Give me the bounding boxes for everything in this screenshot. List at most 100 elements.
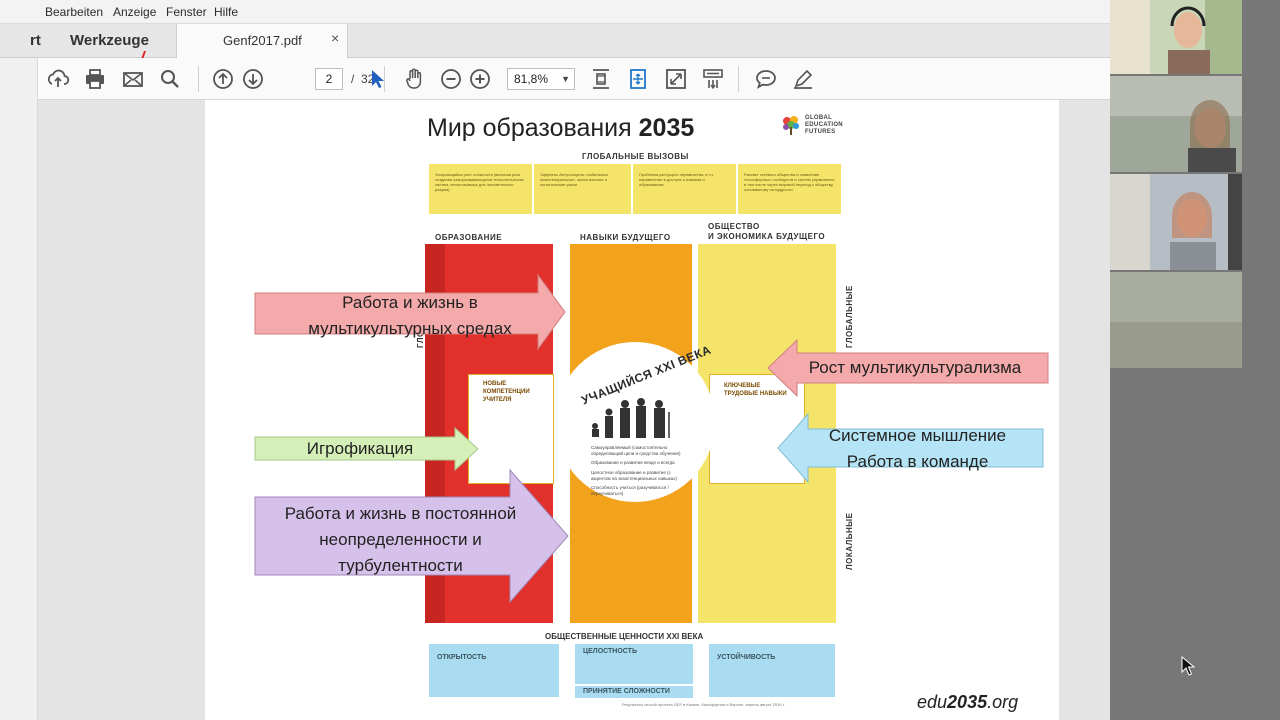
card-title-line: НОВЫЕ [483,381,507,387]
video-tile-participant-4[interactable] [1110,272,1242,368]
logo-line-2: EDUCATION [805,122,843,128]
upload-icon[interactable] [46,67,70,91]
zoom-in-icon[interactable] [468,67,492,91]
teacher-competencies-card: НОВЫЕ КОМПЕТЕНЦИИ УЧИТЕЛЯ [468,374,554,484]
video-tile-participant-3[interactable] [1110,174,1242,270]
mail-icon[interactable] [121,67,145,91]
tab-document[interactable]: Genf2017.pdf × [176,24,348,58]
callout-line: мультикультурных средах [308,319,512,338]
challenge-box: Рассвет сетевого общества и появление «н… [738,164,841,214]
column-skills-title: НАВЫКИ БУДУЩЕГО [580,233,671,242]
comment-icon[interactable] [754,67,778,91]
challenge-box: Эффекты Антропоцена: глобальные экзистен… [534,164,631,214]
chevron-down-icon: ▼ [561,74,570,84]
value-complexity-title: ПРИНЯТИЕ СЛОЖНОСТИ [583,688,670,695]
hand-icon[interactable] [402,67,426,91]
tab-tools[interactable]: Werkzeuge [70,32,149,49]
scroll-mode-icon[interactable] [701,67,725,91]
card-title-line: КЛЮЧЕВЫЕ [724,383,761,389]
callout-line: Системное мышление [828,426,1007,445]
challenge-box: Проблема растущего неравенства, в т.ч. н… [633,164,736,214]
value-openness-title: ОТКРЫТОСТЬ [437,654,487,661]
callout-multicultural-work: Работа и жизнь в мультикультурных средах [270,290,550,342]
mouse-cursor-icon [1181,656,1195,676]
challenge-text: Проблема растущего неравенства, в т.ч. н… [639,172,715,187]
challenge-text: Эффекты Антропоцена: глобальные экзистен… [540,172,609,187]
card-title-line: КОМПЕТЕНЦИИ [483,389,530,395]
pdf-page: Мир образования 2035 GLOBAL EDUCATION FU… [205,100,1059,720]
print-icon[interactable] [83,67,107,91]
edu-logo-year: 2035 [947,692,988,712]
callout-line: турбулентности [338,556,463,575]
menu-help[interactable]: Hilfe [214,5,238,19]
vertical-label-local: ЛОКАЛЬНЫЕ [845,512,854,570]
video-panel [1110,0,1280,720]
global-challenges-title: ГЛОБАЛЬНЫЕ ВЫЗОВЫ [582,152,689,161]
zoom-select[interactable]: 81,8% ▼ [507,68,575,90]
pdf-title: Мир образования 2035 [427,114,694,143]
page-down-icon[interactable] [241,67,265,91]
search-icon[interactable] [158,67,182,91]
acrobat-window: Bearbeiten Anzeige Fenster Hilfe rt Werk… [0,0,1110,720]
callout-systems-thinking: Системное мышление Работа в команде [800,423,1035,475]
video-tile-participant-2[interactable] [1110,76,1242,172]
callout-line: Работа и жизнь в [342,293,478,312]
pdf-title-year: 2035 [638,114,695,142]
callout-line: Работа и жизнь в постоянной [284,504,517,523]
challenge-text: Ускоряющийся рост сложности (включая рис… [435,172,524,192]
menu-view[interactable]: Anzeige [113,5,156,19]
challenge-text: Рассвет сетевого общества и появление «н… [744,172,835,192]
callout-multicultural-growth: Рост мультикультурализма [808,358,1022,377]
toolbar-separator [738,66,739,92]
zoom-value: 81,8% [514,72,549,86]
value-sustainability-title: УСТОЙЧИВОСТЬ [717,654,776,661]
left-rail [0,58,38,720]
edu-logo-suffix: .org [987,692,1019,712]
crop-icon[interactable] [589,67,613,91]
tab-bar: rt Werkzeuge Genf2017.pdf × [0,24,1110,58]
key-work-skills-card: КЛЮЧЕВЫЕ ТРУДОВЫЕ НАВЫКИ [709,374,805,484]
toolbar-separator [198,66,199,92]
column-education-title: ОБРАЗОВАНИЕ [435,233,503,242]
tab-start[interactable]: rt [30,32,41,49]
center-item: Целостное образование и развитие (с акце… [591,470,677,481]
vertical-label-global: ГЛОБАЛЬНЫЕ [845,285,854,348]
select-arrow-icon[interactable] [365,67,389,91]
fullscreen-icon[interactable] [664,67,688,91]
toolbar: 2 / 32 81,8% ▼ [38,58,1110,100]
center-item: Образование и развитие везде и всегда [591,460,675,465]
value-sustainability-box: УСТОЙЧИВОСТЬ [709,644,835,697]
column-society-title-1: ОБЩЕСТВО [708,222,760,231]
callout-uncertainty: Работа и жизнь в постоянной неопределенно… [258,501,543,579]
page-up-icon[interactable] [211,67,235,91]
center-item: Способность учиться (разучиваться / пере… [591,485,669,496]
video-tile-participant-1[interactable] [1110,0,1242,74]
logo-line-3: FUTURES [805,129,836,135]
fit-page-icon[interactable] [626,67,650,91]
tree-logo-icon [783,116,799,135]
card-title-line: УЧИТЕЛЯ [483,397,512,403]
footnote: Результаты сессий проекта GEF в Казани, … [622,702,785,707]
value-wholeness-box: ЦЕЛОСТНОСТЬ [575,644,693,684]
screen: Bearbeiten Anzeige Fenster Hilfe rt Werk… [0,0,1280,720]
zoom-out-icon[interactable] [439,67,463,91]
menu-bar: Bearbeiten Anzeige Fenster Hilfe [0,0,1110,24]
menu-edit[interactable]: Bearbeiten [45,5,103,19]
card-title-line: ТРУДОВЫЕ НАВЫКИ [724,391,787,397]
menu-window[interactable]: Fenster [166,5,207,19]
edu2035-logo: edu2035.org [917,692,1018,713]
callout-line: неопределенности и [319,530,482,549]
tab-close-icon[interactable]: × [331,30,339,46]
callout-gamification: Игрофикация [306,439,414,458]
callout-line: Работа в команде [846,452,989,471]
challenge-box: Ускоряющийся рост сложности (включая рис… [429,164,532,214]
edu-logo-prefix: edu [917,692,948,712]
values-title: ОБЩЕСТВЕННЫЕ ЦЕННОСТИ XXI ВЕКА [545,632,704,641]
page-separator: / [351,72,355,86]
highlight-icon[interactable] [791,67,815,91]
tab-document-label: Genf2017.pdf [223,33,302,48]
value-wholeness-title: ЦЕЛОСТНОСТЬ [583,648,637,655]
column-society-title-2: И ЭКОНОМИКА БУДУЩЕГО [708,232,826,241]
value-complexity-box: ПРИНЯТИЕ СЛОЖНОСТИ [575,686,693,698]
page-number-input[interactable]: 2 [315,68,343,90]
